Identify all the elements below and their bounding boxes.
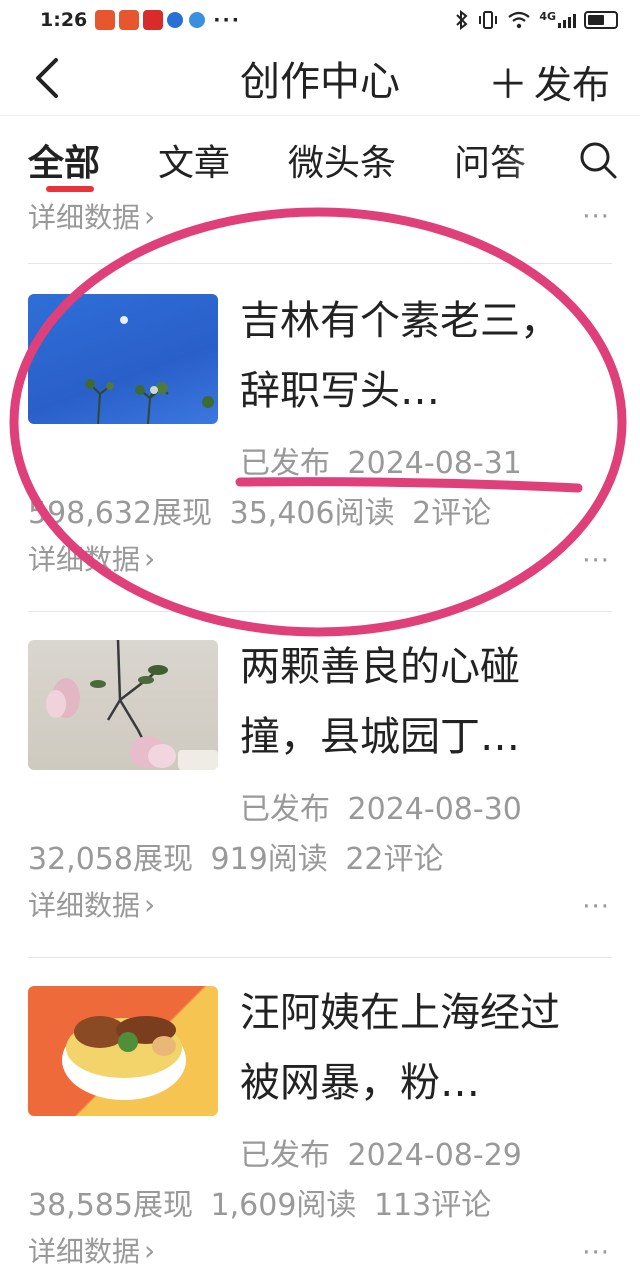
article-title[interactable]: 汪阿姨在上海经过被网暴，粉… (240, 978, 590, 1118)
more-options-button[interactable]: ··· (582, 202, 610, 232)
app-header: 创作中心 ＋ 发布 (0, 40, 640, 116)
bluetooth-icon (456, 10, 468, 30)
wifi-icon (508, 11, 530, 29)
article-title[interactable]: 两颗善良的心碰撞，县城园丁… (240, 632, 590, 772)
article-title[interactable]: 吉林有个素老三，辞职写头… (240, 286, 590, 426)
list-item-partial: 详细数据 › ··· (28, 202, 612, 264)
article-thumbnail (28, 986, 218, 1116)
tabs-fade (510, 118, 640, 202)
details-link[interactable]: 详细数据 › (28, 1230, 155, 1270)
list-item[interactable]: 汪阿姨在上海经过被网暴，粉… 已发布 2024-08-29 38,585展现 1… (28, 958, 612, 1281)
more-options-button[interactable]: ··· (582, 546, 610, 576)
details-link[interactable]: 详细数据 › (28, 202, 155, 236)
details-row: 详细数据 › (28, 884, 155, 924)
app-notification-icon (143, 10, 164, 30)
battery-level (588, 15, 604, 25)
more-options-button[interactable]: ··· (582, 1238, 610, 1268)
paw-notification-icon (167, 12, 184, 28)
article-thumbnail (28, 640, 218, 770)
active-tab-indicator (46, 186, 94, 192)
article-stats: 38,585展现 1,609阅读 113评论 (28, 1188, 492, 1223)
category-tabs: 全部 文章 微头条 问答 (0, 118, 640, 202)
battery-icon (584, 11, 618, 29)
status-time: 1:26 (40, 9, 88, 31)
browser-notification-icon (189, 12, 206, 28)
article-stats: 32,058展现 919阅读 22评论 (28, 842, 444, 877)
tab-micro-posts[interactable]: 微头条 (288, 134, 396, 186)
chevron-right-icon: › (144, 541, 156, 575)
article-list: 详细数据 › ··· 吉林有个素老三，辞职写头… 已发布 2024-08-31 … (0, 202, 640, 1281)
tab-label: 文章 (158, 143, 231, 184)
app-notification-icon (95, 10, 116, 30)
signal-icon (558, 12, 576, 28)
list-item[interactable]: 吉林有个素老三，辞职写头… 已发布 2024-08-31 598,632展现 3… (28, 266, 612, 612)
list-item[interactable]: 两颗善良的心碰撞，县城园丁… 已发布 2024-08-30 32,058展现 9… (28, 612, 612, 958)
details-link[interactable]: 详细数据 › (28, 884, 155, 924)
more-notifications-icon: ··· (213, 9, 241, 31)
sky-plant-image (85, 316, 214, 424)
system-indicators: 4G (455, 10, 618, 30)
status-bar: 1:26 ··· 4G (0, 0, 640, 40)
details-row: 详细数据 › (28, 1230, 155, 1270)
more-options-button[interactable]: ··· (582, 892, 610, 922)
magnolia-image (46, 640, 218, 770)
chevron-right-icon: › (144, 1233, 156, 1267)
tab-label: 微头条 (288, 143, 397, 184)
publish-label: 发布 (533, 62, 610, 107)
search-icon[interactable] (578, 140, 618, 180)
publish-status: 已发布 2024-08-30 (240, 792, 522, 827)
tab-all[interactable]: 全部 (28, 134, 101, 192)
chevron-right-icon: › (144, 887, 156, 921)
tab-articles[interactable]: 文章 (158, 134, 230, 186)
publish-button[interactable]: ＋ 发布 (488, 52, 610, 110)
article-stats: 598,632展现 35,406阅读 2评论 (28, 496, 492, 531)
app-notification-icon (119, 10, 140, 30)
details-row: 详细数据 › (28, 538, 155, 578)
publish-status: 已发布 2024-08-31 (240, 446, 522, 481)
network-type: 4G (539, 10, 556, 23)
tab-label: 全部 (28, 143, 101, 184)
noodle-bowl-image (62, 1016, 186, 1100)
vibrate-icon (479, 11, 498, 29)
plus-icon: ＋ (487, 62, 528, 108)
back-button[interactable] (28, 56, 68, 100)
details-link[interactable]: 详细数据 › (28, 538, 155, 578)
publish-status: 已发布 2024-08-29 (240, 1138, 522, 1173)
chevron-right-icon: › (144, 202, 156, 233)
article-thumbnail (28, 294, 218, 424)
